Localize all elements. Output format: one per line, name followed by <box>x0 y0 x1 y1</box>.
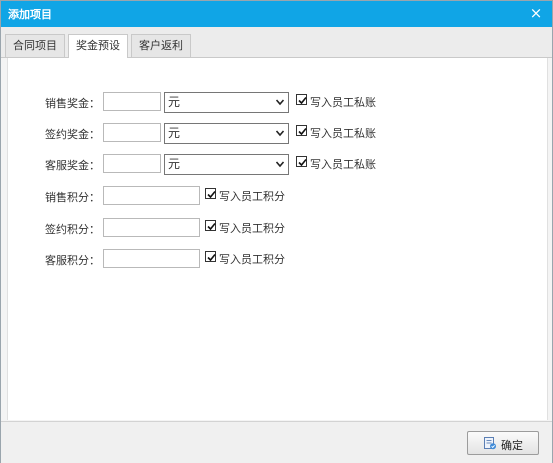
sales-points-check-label: 写入员工积分 <box>219 190 285 203</box>
signing-points-checkbox[interactable] <box>205 220 216 231</box>
signing-bonus-unit-value: 元 <box>168 126 181 140</box>
signing-points-check-label: 写入员工积分 <box>219 222 285 235</box>
service-bonus-unit-select[interactable]: 元 <box>164 154 289 175</box>
checkmark-icon <box>207 190 216 199</box>
sales-bonus-label: 销售奖金： <box>45 97 100 110</box>
service-bonus-unit-value: 元 <box>168 157 181 171</box>
service-points-check-label: 写入员工积分 <box>219 253 285 266</box>
signing-points-input[interactable] <box>103 218 200 237</box>
service-bonus-label: 客服奖金： <box>45 159 100 172</box>
tab-customer-rebate[interactable]: 客户返利 <box>131 34 191 57</box>
chevron-down-icon <box>276 130 284 137</box>
service-bonus-private-checkbox[interactable] <box>296 156 307 167</box>
sales-points-input[interactable] <box>103 186 200 205</box>
signing-bonus-unit-select[interactable]: 元 <box>164 123 289 144</box>
tab-bonus-presets[interactable]: 奖金预设 <box>68 34 128 58</box>
service-bonus-input[interactable] <box>103 154 161 173</box>
sales-bonus-input[interactable] <box>103 92 161 111</box>
sales-points-checkbox[interactable] <box>205 188 216 199</box>
close-icon[interactable]: × <box>528 5 544 21</box>
tab-bar: 合同项目 奖金预设 客户返利 <box>1 27 552 58</box>
tab-content: 销售奖金： 元 写入员工私账 签约奖金： 元 写入员工私账 客服奖金： 元 写入… <box>7 58 548 420</box>
checkmark-icon <box>207 253 216 262</box>
signing-bonus-private-checkbox[interactable] <box>296 125 307 136</box>
dialog-footer: 确定 <box>1 421 552 463</box>
sales-bonus-unit-value: 元 <box>168 95 181 109</box>
signing-bonus-label: 签约奖金： <box>45 128 100 141</box>
service-points-label: 客服积分： <box>45 254 100 267</box>
checkmark-icon <box>298 96 307 105</box>
dialog-titlebar: 添加项目 × <box>1 1 552 27</box>
sales-bonus-unit-select[interactable]: 元 <box>164 92 289 113</box>
add-item-dialog: 添加项目 × 合同项目 奖金预设 客户返利 销售奖金： 元 写入员工私账 签约奖… <box>0 0 553 463</box>
checkmark-icon <box>298 158 307 167</box>
confirm-button-label: 确定 <box>501 439 523 452</box>
signing-bonus-private-label: 写入员工私账 <box>310 127 376 140</box>
service-points-checkbox[interactable] <box>205 251 216 262</box>
dialog-title: 添加项目 <box>8 8 52 21</box>
confirm-button[interactable]: 确定 <box>467 431 539 455</box>
confirm-document-icon <box>484 437 496 450</box>
sales-bonus-private-label: 写入员工私账 <box>310 96 376 109</box>
chevron-down-icon <box>276 161 284 168</box>
signing-points-label: 签约积分： <box>45 223 100 236</box>
chevron-down-icon <box>276 99 284 106</box>
sales-bonus-private-checkbox[interactable] <box>296 94 307 105</box>
sales-points-label: 销售积分： <box>45 191 100 204</box>
signing-bonus-input[interactable] <box>103 123 161 142</box>
service-bonus-private-label: 写入员工私账 <box>310 158 376 171</box>
checkmark-icon <box>207 222 216 231</box>
tab-contract-items[interactable]: 合同项目 <box>5 34 65 57</box>
checkmark-icon <box>298 127 307 136</box>
service-points-input[interactable] <box>103 249 200 268</box>
